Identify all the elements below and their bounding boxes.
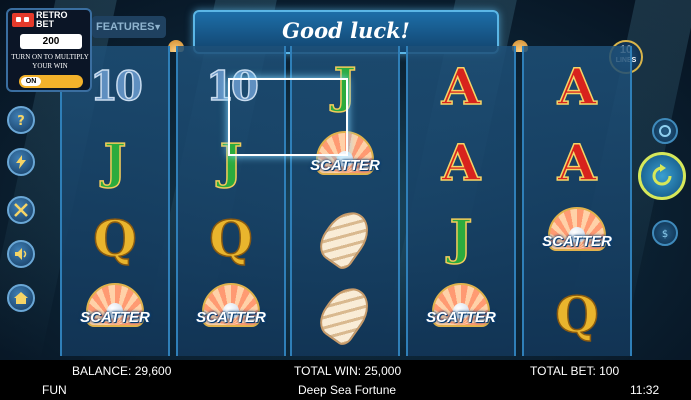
reel-cell: J <box>408 200 514 276</box>
features-label: FEATURES <box>96 21 155 33</box>
reel: A A J SCATTER <box>406 46 516 356</box>
autoplay-button[interactable] <box>652 118 678 144</box>
conch-shell-icon <box>312 203 378 273</box>
reel-cell <box>292 276 398 352</box>
spin-arrow-icon <box>652 164 672 186</box>
symbol-10: 10 <box>89 62 143 111</box>
settings-button[interactable] <box>7 196 35 224</box>
reel-cell <box>292 200 398 276</box>
symbol-a: A <box>441 132 481 193</box>
banner-message: Good luck! <box>282 18 410 43</box>
help-icon: ? <box>17 114 25 128</box>
game-stage: FEATURES ▼ Good luck! 10 LINES ? 10JQSCA… <box>0 0 691 360</box>
symbol-j: J <box>449 209 473 267</box>
reel-cell: A <box>524 48 630 124</box>
reel-cell: A <box>524 124 630 200</box>
svg-text:$: $ <box>662 229 668 240</box>
mode-label: FUN <box>42 383 67 397</box>
autoplay-icon <box>659 125 671 137</box>
home-button[interactable] <box>7 284 35 312</box>
settings-icon <box>14 203 28 217</box>
svg-text:?: ? <box>17 114 25 128</box>
reel-cell: SCATTER <box>408 276 514 352</box>
scatter-symbol: SCATTER <box>414 279 508 349</box>
game-name: Deep Sea Fortune <box>298 383 397 397</box>
reel-cell: A <box>408 48 514 124</box>
features-dropdown[interactable]: FEATURES ▼ <box>92 16 166 38</box>
reel: A A SCATTER Q <box>522 46 632 356</box>
total-bet-label: TOTAL BET: 100 <box>530 364 620 378</box>
reel-cell: Q <box>178 200 284 276</box>
scatter-label: SCATTER <box>542 233 612 250</box>
reel-cell: SCATTER <box>178 276 284 352</box>
reel-cell: J <box>62 124 168 200</box>
win-highlight <box>228 78 348 156</box>
retro-bet-instructions: TURN ON TO MULTIPLY YOUR WIN <box>11 53 89 70</box>
reel-cell: A <box>408 124 514 200</box>
scatter-label: SCATTER <box>426 309 496 326</box>
reel-cell: SCATTER <box>524 200 630 276</box>
retro-bet-toggle-label: ON <box>21 77 41 86</box>
retro-bet-amount: 200 <box>20 34 82 49</box>
scatter-symbol: SCATTER <box>184 279 278 349</box>
sound-icon <box>15 248 27 260</box>
symbol-a: A <box>557 132 597 193</box>
reel: 10 J Q SCATTER <box>60 46 170 356</box>
bet-button[interactable]: $ <box>652 220 678 246</box>
home-icon <box>14 292 28 304</box>
scatter-symbol: SCATTER <box>68 279 162 349</box>
symbol-q: Q <box>92 208 137 269</box>
clock: 11:32 <box>630 383 660 397</box>
retro-bet-logo-icon <box>12 13 34 27</box>
total-win-label: TOTAL WIN: 25,000 <box>294 364 402 378</box>
reel-cell: Q <box>62 200 168 276</box>
symbol-a: A <box>557 56 597 117</box>
status-bar: BALANCE: 29,600 TOTAL WIN: 25,000 TOTAL … <box>0 360 691 400</box>
retro-bet-widget: RETRO BET 200 TURN ON TO MULTIPLY YOUR W… <box>6 8 92 92</box>
symbol-j: J <box>103 133 127 191</box>
scatter-symbol: SCATTER <box>530 203 624 273</box>
retro-bet-toggle[interactable]: ON <box>19 75 83 88</box>
retro-bet-title-line2: BET <box>36 19 54 29</box>
symbol-q: Q <box>554 284 599 345</box>
retro-bet-title: RETRO BET <box>36 11 86 29</box>
scatter-label: SCATTER <box>196 309 266 326</box>
conch-shell-icon <box>312 279 378 349</box>
lightning-icon <box>16 155 26 169</box>
reel-cell: Q <box>524 276 630 352</box>
coin-icon: $ <box>662 229 668 240</box>
symbol-q: Q <box>208 208 253 269</box>
spin-button[interactable] <box>638 152 686 200</box>
sound-button[interactable] <box>7 240 35 268</box>
scatter-label: SCATTER <box>80 309 150 326</box>
reel-cell: SCATTER <box>62 276 168 352</box>
help-button[interactable]: ? <box>7 106 35 134</box>
caret-down-icon: ▼ <box>153 22 162 32</box>
symbol-a: A <box>441 56 481 117</box>
scatter-label: SCATTER <box>310 157 380 174</box>
turbo-button[interactable] <box>7 148 35 176</box>
balance-label: BALANCE: 29,600 <box>72 364 172 378</box>
